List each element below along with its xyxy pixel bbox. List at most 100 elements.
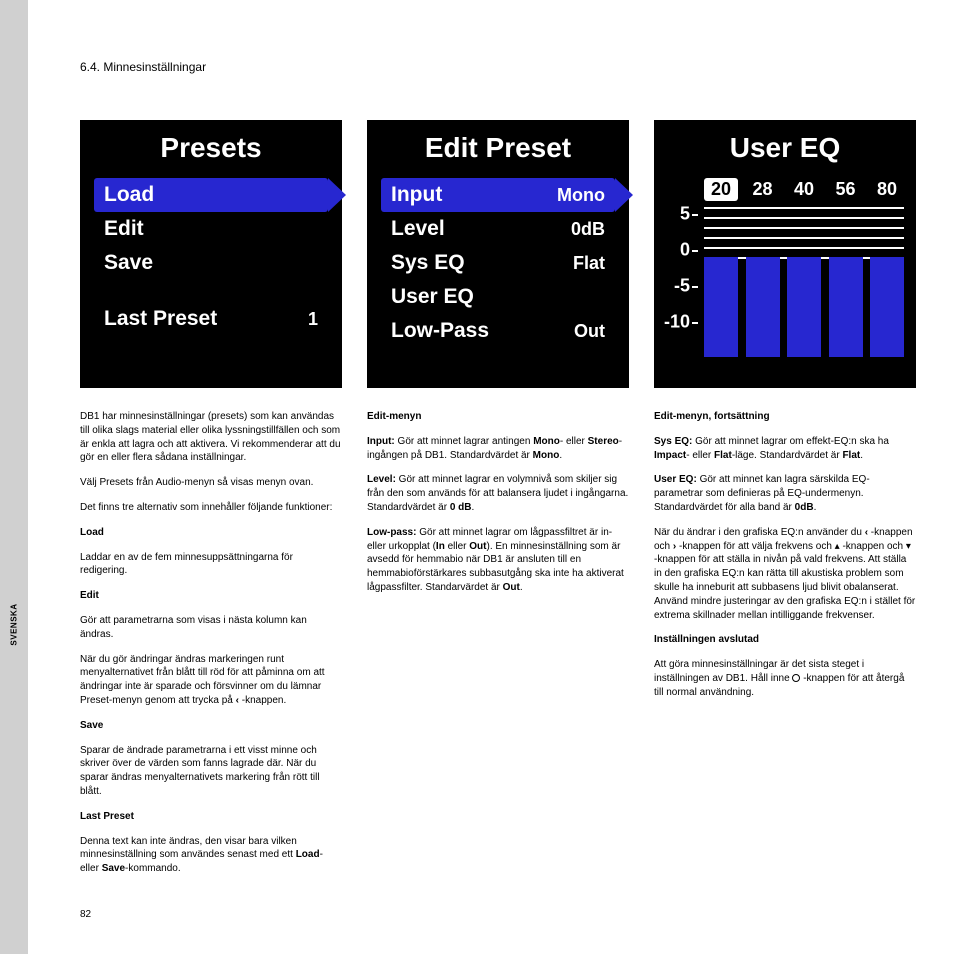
eq-tick xyxy=(692,322,698,324)
text-bold: 0dB xyxy=(795,502,814,513)
text: -kommando. xyxy=(125,863,181,874)
eq-bar[interactable] xyxy=(746,257,780,357)
eq-tick xyxy=(692,286,698,288)
eq-graph-wrap: 20 28 40 56 80 5 0 -5 -10 xyxy=(654,178,916,378)
screen-edit-title: Edit Preset xyxy=(367,132,629,164)
eq-bar[interactable] xyxy=(704,257,738,357)
label-bold: Low-pass: xyxy=(367,527,416,538)
eq-bar[interactable] xyxy=(829,257,863,357)
menu-item-input[interactable]: Input Mono xyxy=(381,178,615,212)
para: User EQ: Gör att minnet kan lagra särski… xyxy=(654,473,916,514)
text: - eller xyxy=(686,450,714,461)
eq-tick xyxy=(692,214,698,216)
subhead-done: Inställningen avslutad xyxy=(654,633,916,647)
menu-item-user-eq[interactable]: User EQ xyxy=(381,280,615,314)
text: -knappen för att välja frekvens och xyxy=(676,541,834,552)
down-arrow-icon xyxy=(906,541,911,552)
text: När du gör ändringar ändras markeringen … xyxy=(80,654,325,706)
label-bold: Sys EQ: xyxy=(654,436,692,447)
para: När du ändrar i den grafiska EQ:n använd… xyxy=(654,526,916,623)
column-2: Edit Preset Input Mono Level 0dB Sys EQ … xyxy=(367,120,629,887)
col1-body: DB1 har minnesinställningar (presets) so… xyxy=(80,410,342,876)
menu-item-label: Save xyxy=(104,246,153,280)
page-number: 82 xyxy=(80,909,91,920)
subhead-edit-menu: Edit-menyn xyxy=(367,410,629,424)
eq-bar[interactable] xyxy=(787,257,821,357)
menu-item-sys-eq[interactable]: Sys EQ Flat xyxy=(381,246,615,280)
menu-item-edit[interactable]: Edit xyxy=(94,212,328,246)
screen-edit-preset: Edit Preset Input Mono Level 0dB Sys EQ … xyxy=(367,120,629,388)
label-bold: Level: xyxy=(367,474,396,485)
menu-item-low-pass[interactable]: Low-Pass Out xyxy=(381,314,615,348)
para: När du gör ändringar ändras markeringen … xyxy=(80,653,342,708)
subhead-edit-cont: Edit-menyn, fortsättning xyxy=(654,410,916,424)
eq-gridline xyxy=(704,217,904,219)
label-bold: Input: xyxy=(367,436,395,447)
eq-gridline xyxy=(704,237,904,239)
text: . xyxy=(559,450,562,461)
para: Level: Gör att minnet lagrar en volymniv… xyxy=(367,473,629,514)
menu-item-value: Flat xyxy=(573,246,605,280)
menu-item-label: Low-Pass xyxy=(391,314,489,348)
eq-gridline xyxy=(704,247,904,249)
menu-item-level[interactable]: Level 0dB xyxy=(381,212,615,246)
para: Sparar de ändrade parametrarna i ett vis… xyxy=(80,744,342,799)
eq-freq-40[interactable]: 40 xyxy=(787,178,821,201)
content-columns: Presets Load Edit Save Last Preset 1 DB1… xyxy=(80,120,915,887)
text: Gör att minnet lagrar en volymnivå som s… xyxy=(367,474,628,513)
eq-graph xyxy=(704,207,904,357)
text-bold: Impact xyxy=(654,450,686,461)
menu-item-value: Out xyxy=(574,314,605,348)
eq-freq-56[interactable]: 56 xyxy=(829,178,863,201)
text-bold: Out xyxy=(469,541,486,552)
text-bold: Load xyxy=(296,849,320,860)
text: Gör att minnet lagrar antingen xyxy=(395,436,533,447)
para: Sys EQ: Gör att minnet lagrar om effekt-… xyxy=(654,435,916,463)
text: Gör att minnet lagrar om effekt-EQ:n ska… xyxy=(692,436,889,447)
para: DB1 har minnesinställningar (presets) so… xyxy=(80,410,342,465)
menu-item-label: Sys EQ xyxy=(391,246,465,280)
para: Low-pass: Gör att minnet lagrar om lågpa… xyxy=(367,526,629,595)
eq-freq-20[interactable]: 20 xyxy=(704,178,738,201)
para: Laddar en av de fem minnesuppsättningarn… xyxy=(80,551,342,579)
eq-freq-row: 20 28 40 56 80 xyxy=(666,178,904,201)
eq-freq-28[interactable]: 28 xyxy=(746,178,780,201)
eq-bar[interactable] xyxy=(870,257,904,357)
eq-tick xyxy=(692,250,698,252)
col2-body: Edit-menyn Input: Gör att minnet lagrar … xyxy=(367,410,629,595)
menu-item-load[interactable]: Load xyxy=(94,178,328,212)
para: Det finns tre alternativ som innehåller … xyxy=(80,501,342,515)
text: När du ändrar i den grafiska EQ:n använd… xyxy=(654,527,865,538)
eq-gridline xyxy=(704,207,904,209)
text: . xyxy=(472,502,475,513)
text: . xyxy=(814,502,817,513)
screen-presets-title: Presets xyxy=(80,132,342,164)
screen-user-eq-title: User EQ xyxy=(654,132,916,164)
text-bold: 0 dB xyxy=(450,502,472,513)
screen-user-eq: User EQ 20 28 40 56 80 5 0 -5 -10 xyxy=(654,120,916,388)
text: -knappen och xyxy=(840,541,906,552)
para: Input: Gör att minnet lagrar antingen Mo… xyxy=(367,435,629,463)
last-preset-label: Last Preset xyxy=(104,302,217,336)
text: - eller xyxy=(560,436,588,447)
text: . xyxy=(860,450,863,461)
col3-body: Edit-menyn, fortsättning Sys EQ: Gör att… xyxy=(654,410,916,700)
para: Denna text kan inte ändras, den visar ba… xyxy=(80,835,342,876)
text-bold: Flat xyxy=(842,450,860,461)
label-bold: User EQ: xyxy=(654,474,697,485)
text-bold: Out xyxy=(503,582,520,593)
menu-item-label: Input xyxy=(391,178,442,212)
subhead-load: Load xyxy=(80,526,342,540)
text-bold: Flat xyxy=(714,450,732,461)
para: Välj Presets från Audio-menyn så visas m… xyxy=(80,476,342,490)
menu-item-label: Edit xyxy=(104,212,144,246)
eq-y-neg5: -5 xyxy=(660,276,690,297)
eq-y-5: 5 xyxy=(660,204,690,225)
subhead-save: Save xyxy=(80,719,342,733)
eq-freq-80[interactable]: 80 xyxy=(870,178,904,201)
screen-presets: Presets Load Edit Save Last Preset 1 xyxy=(80,120,342,388)
section-header: 6.4. Minnesinställningar xyxy=(80,60,206,74)
menu-item-save[interactable]: Save xyxy=(94,246,328,280)
menu-item-label: Load xyxy=(104,178,154,212)
eq-y-0: 0 xyxy=(660,240,690,261)
